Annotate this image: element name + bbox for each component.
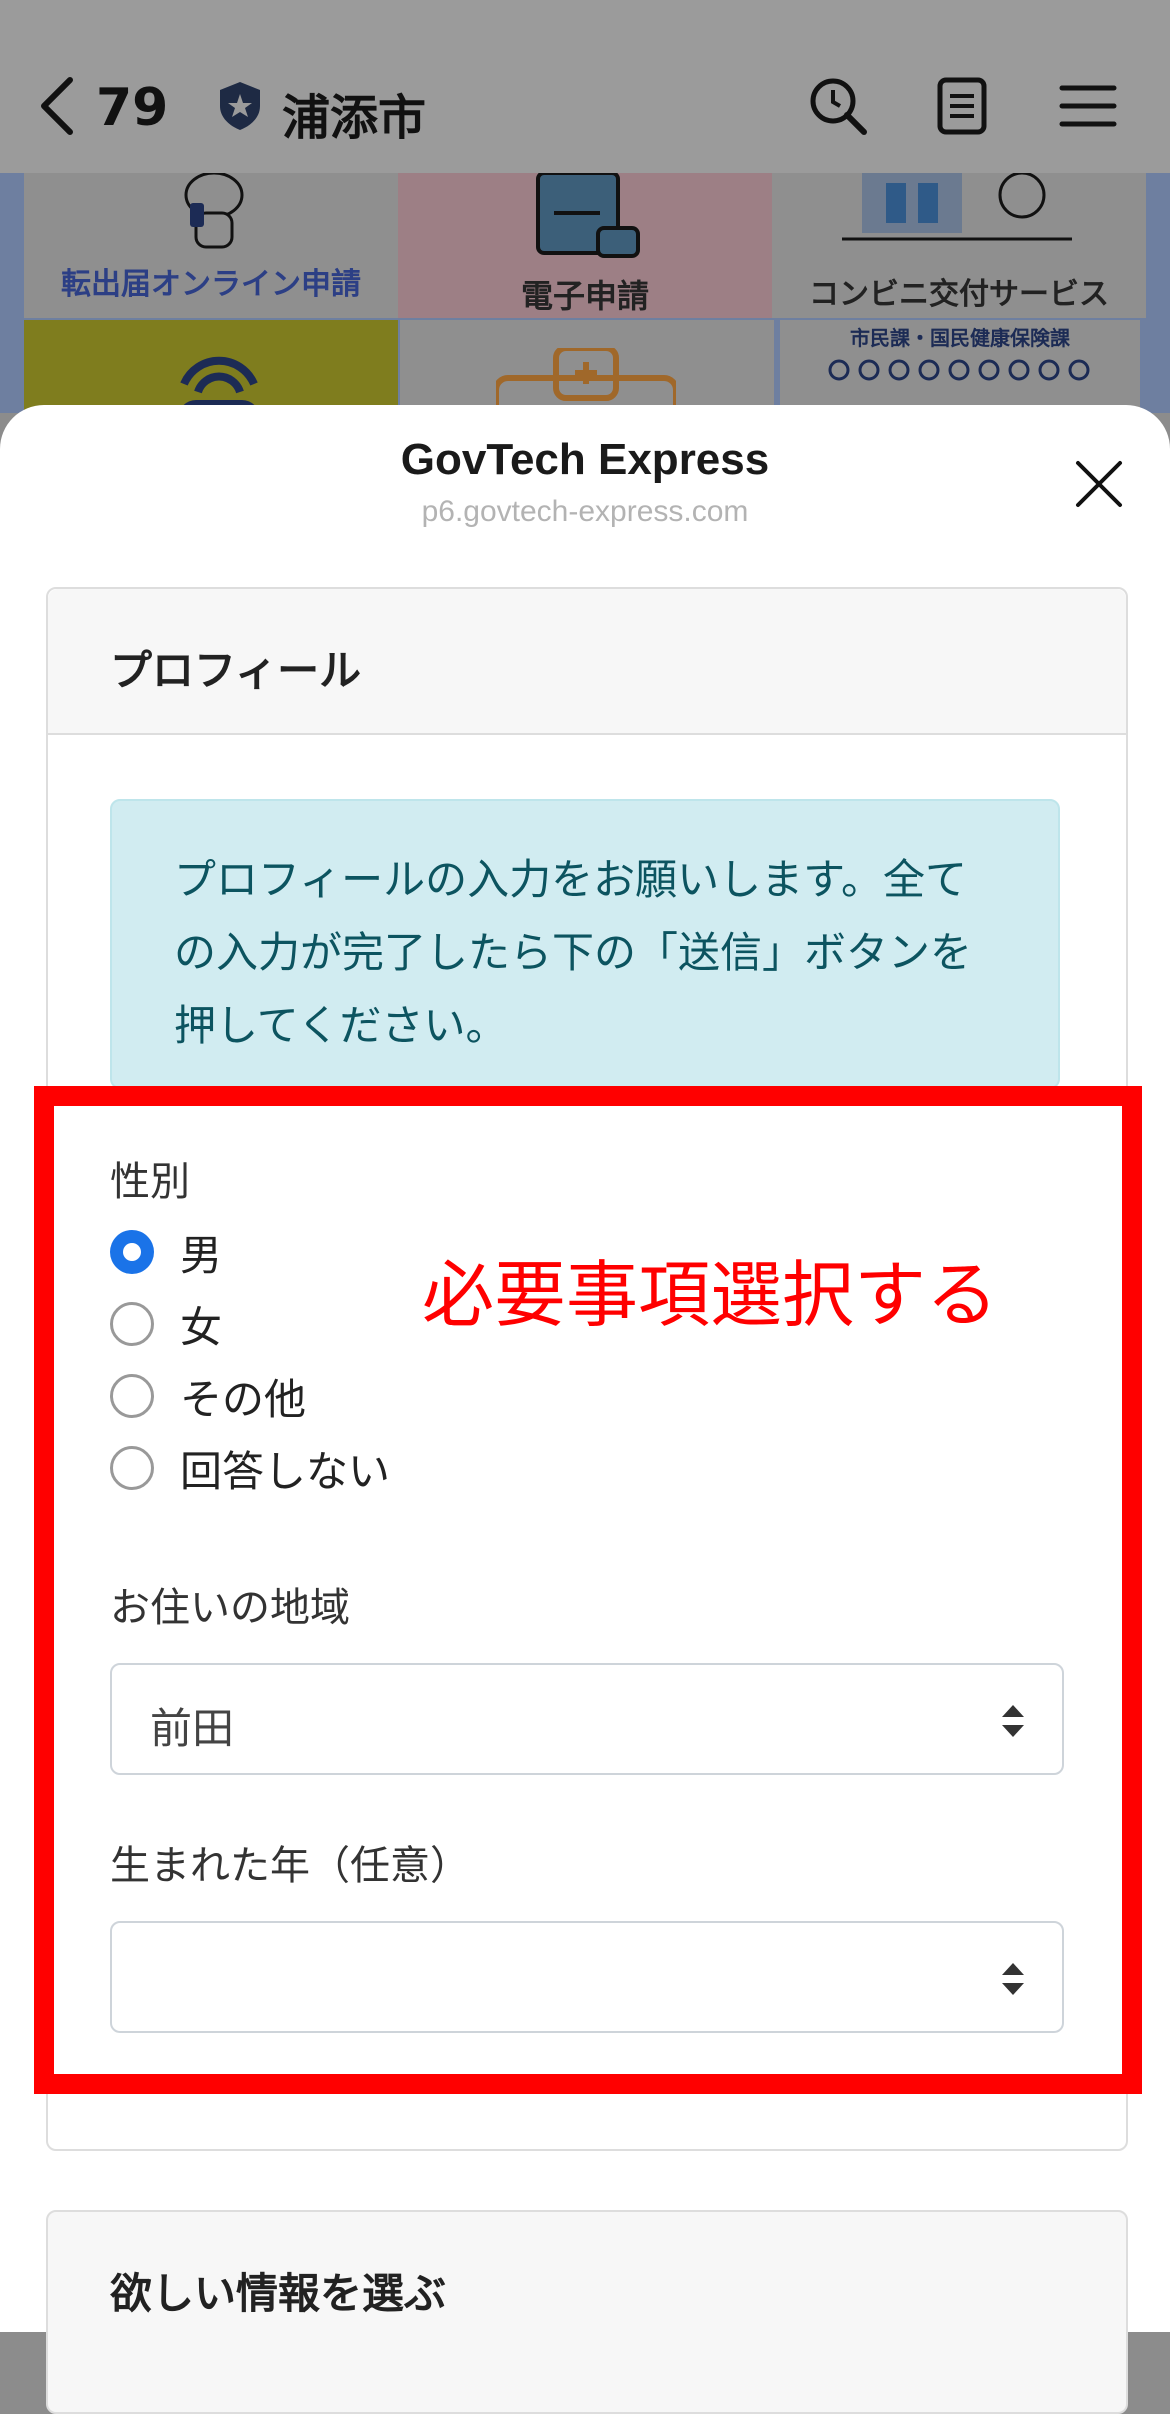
info-select-card: 欲しい情報を選ぶ xyxy=(46,2210,1128,2414)
radio-label: 女 xyxy=(180,1302,223,1352)
birth-year-select[interactable] xyxy=(110,1921,1064,2033)
app-header: 79 浦添市 xyxy=(0,0,1170,173)
tile-label: 市民課・国民健康保険課 xyxy=(850,326,1070,350)
gender-option-no-answer[interactable]: 回答しない xyxy=(110,1443,390,1496)
select-arrows-icon xyxy=(1002,1705,1024,1737)
tile-citizen-division[interactable]: 市民課・国民健康保険課 xyxy=(780,320,1140,413)
region-select[interactable]: 前田 xyxy=(110,1663,1064,1775)
menu-icon[interactable] xyxy=(1056,74,1120,138)
tile-moving-out[interactable]: 転出届オンライン申請 xyxy=(24,173,398,318)
liff-sheet: GovTech Express p6.govtech-express.com プ… xyxy=(0,405,1170,2332)
official-shield-icon xyxy=(220,82,260,130)
region-select-value: 前田 xyxy=(150,1704,235,1753)
info-select-heading: 欲しい情報を選ぶ xyxy=(110,2269,447,2318)
mascot-illustration xyxy=(184,173,244,249)
region-label: お住いの地域 xyxy=(110,1585,350,1631)
back-chevron-icon[interactable] xyxy=(38,76,78,136)
profile-card-header: プロフィール xyxy=(48,589,1126,735)
radio-button-checked[interactable] xyxy=(110,1230,154,1274)
radio-label: その他 xyxy=(180,1374,307,1424)
medical-cross-icon xyxy=(496,348,676,413)
search-icon[interactable] xyxy=(806,74,870,138)
tile-label: 電子申請 xyxy=(520,277,649,315)
tile-medical[interactable] xyxy=(400,320,774,413)
tile-label: コンビニ交付サービス xyxy=(809,277,1109,312)
unread-count[interactable]: 79 xyxy=(96,78,168,138)
store-illustration xyxy=(842,173,1072,241)
radio-label: 男 xyxy=(180,1230,223,1280)
tile-convenience[interactable]: コンビニ交付サービス xyxy=(772,173,1146,318)
radio-label: 回答しない xyxy=(180,1446,391,1496)
sheet-title: GovTech Express xyxy=(400,435,770,484)
info-alert: プロフィールの入力をお願いします。全ての入力が完了したら下の「送信」ボタンを押し… xyxy=(110,799,1060,1089)
document-icon xyxy=(536,173,640,258)
gender-label: 性別 xyxy=(110,1159,190,1205)
rich-menu: 転出届オンライン申請 電子申請 コンビニ交付サービス 市民課・国民健康保険課 xyxy=(0,173,1170,413)
notes-icon[interactable] xyxy=(930,74,994,138)
birth-year-label: 生まれた年（任意） xyxy=(110,1843,470,1889)
radio-button[interactable] xyxy=(110,1374,154,1418)
people-illustration xyxy=(828,359,1090,381)
sheet-url: p6.govtech-express.com xyxy=(421,495,749,528)
tile-e-application[interactable]: 電子申請 xyxy=(398,173,772,318)
chat-title: 浦添市 xyxy=(282,90,427,146)
wifi-icon xyxy=(178,356,260,413)
profile-heading: プロフィール xyxy=(110,646,362,695)
gender-option-male[interactable]: 男 xyxy=(110,1227,222,1280)
profile-card: プロフィール プロフィールの入力をお願いします。全ての入力が完了したら下の「送信… xyxy=(46,587,1128,2151)
annotation-text: 必要事項選択する xyxy=(422,1253,999,1337)
close-icon[interactable] xyxy=(1072,457,1126,511)
radio-button[interactable] xyxy=(110,1302,154,1346)
select-arrows-icon xyxy=(1002,1963,1024,1995)
gender-option-female[interactable]: 女 xyxy=(110,1299,222,1352)
tile-label: 転出届オンライン申請 xyxy=(61,267,361,302)
radio-button[interactable] xyxy=(110,1446,154,1490)
gender-option-other[interactable]: その他 xyxy=(110,1371,306,1424)
tile-wifi[interactable] xyxy=(24,320,398,413)
